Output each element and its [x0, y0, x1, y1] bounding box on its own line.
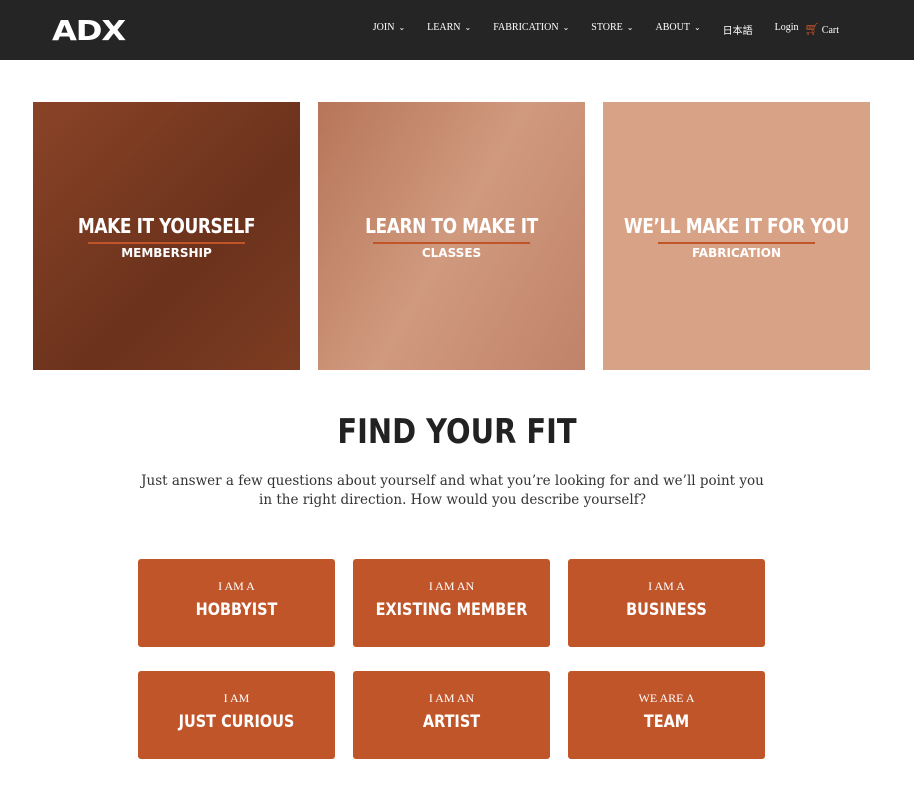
card-title: WE’LL MAKE IT FOR YOU — [623, 214, 850, 238]
chevron-down-icon: ⌄ — [693, 23, 701, 32]
login-link[interactable]: Login — [775, 22, 799, 37]
menu-join[interactable]: JOIN ⌄ — [373, 22, 405, 37]
option-label: JUST CURIOUS — [178, 712, 295, 732]
menu-about[interactable]: ABOUT ⌄ — [656, 22, 701, 37]
option-hobbyist[interactable]: I AM A HOBBYIST — [138, 559, 335, 647]
option-artist[interactable]: I AM AN ARTIST — [353, 671, 550, 759]
find-your-fit-title: FIND YOUR FIT — [337, 412, 577, 452]
option-prefix: I AM A — [648, 579, 685, 593]
card-subtitle: CLASSES — [421, 246, 482, 260]
account-links: Login 🛒︎ Cart — [775, 22, 839, 37]
cart-icon: 🛒︎ — [804, 22, 820, 36]
option-prefix: I AM A — [218, 579, 255, 593]
menu-store[interactable]: STORE ⌄ — [591, 22, 633, 37]
menu-label: ABOUT — [655, 22, 690, 33]
divider — [658, 242, 815, 244]
option-prefix: WE ARE A — [638, 691, 695, 705]
menu-label: STORE — [591, 22, 623, 33]
option-label: EXISTING MEMBER — [375, 600, 528, 620]
adx-logo[interactable]: ADX — [52, 14, 126, 47]
option-label: BUSINESS — [626, 600, 707, 620]
divider — [373, 242, 530, 244]
option-label: HOBBYIST — [195, 600, 278, 620]
card-title: LEARN TO MAKE IT — [365, 214, 538, 238]
menu-label: FABRICATION — [493, 22, 559, 33]
option-just-curious[interactable]: I AM JUST CURIOUS — [138, 671, 335, 759]
chevron-down-icon: ⌄ — [562, 23, 570, 32]
language-link[interactable]: 日本語 — [723, 22, 753, 37]
option-business[interactable]: I AM A BUSINESS — [568, 559, 765, 647]
card-membership[interactable]: MAKE IT YOURSELF MEMBERSHIP — [33, 102, 300, 370]
option-prefix: I AM — [223, 691, 250, 705]
card-title: MAKE IT YOURSELF — [77, 214, 256, 238]
option-prefix: I AM AN — [428, 691, 475, 705]
menu-label: JOIN — [372, 22, 395, 33]
intro-text: Just answer a few questions about yourse… — [141, 473, 764, 508]
card-subtitle: MEMBERSHIP — [121, 246, 212, 260]
chevron-down-icon: ⌄ — [398, 23, 406, 32]
chevron-down-icon: ⌄ — [626, 23, 634, 32]
option-label: ARTIST — [422, 712, 481, 732]
cart-link[interactable]: 🛒︎ Cart — [805, 22, 839, 37]
main-menu: JOIN ⌄ LEARN ⌄ FABRICATION ⌄ STORE ⌄ ABOUT ⌄ … — [373, 22, 839, 37]
menu-label: LEARN — [427, 22, 461, 33]
option-team[interactable]: WE ARE A TEAM — [568, 671, 765, 759]
option-label: TEAM — [643, 712, 690, 732]
menu-learn[interactable]: LEARN ⌄ — [427, 22, 471, 37]
cart-label: Cart — [821, 25, 839, 36]
card-classes[interactable]: LEARN TO MAKE IT CLASSES — [318, 102, 585, 370]
option-existing-member[interactable]: I AM AN EXISTING MEMBER — [353, 559, 550, 647]
chevron-down-icon: ⌄ — [464, 23, 472, 32]
option-prefix: I AM AN — [428, 579, 475, 593]
menu-fabrication[interactable]: FABRICATION ⌄ — [493, 22, 569, 37]
card-fabrication[interactable]: WE’LL MAKE IT FOR YOU FABRICATION — [603, 102, 870, 370]
card-subtitle: FABRICATION — [691, 246, 781, 260]
divider — [88, 242, 245, 244]
top-nav: ADX JOIN ⌄ LEARN ⌄ FABRICATION ⌄ STORE ⌄ ABO… — [0, 0, 914, 60]
